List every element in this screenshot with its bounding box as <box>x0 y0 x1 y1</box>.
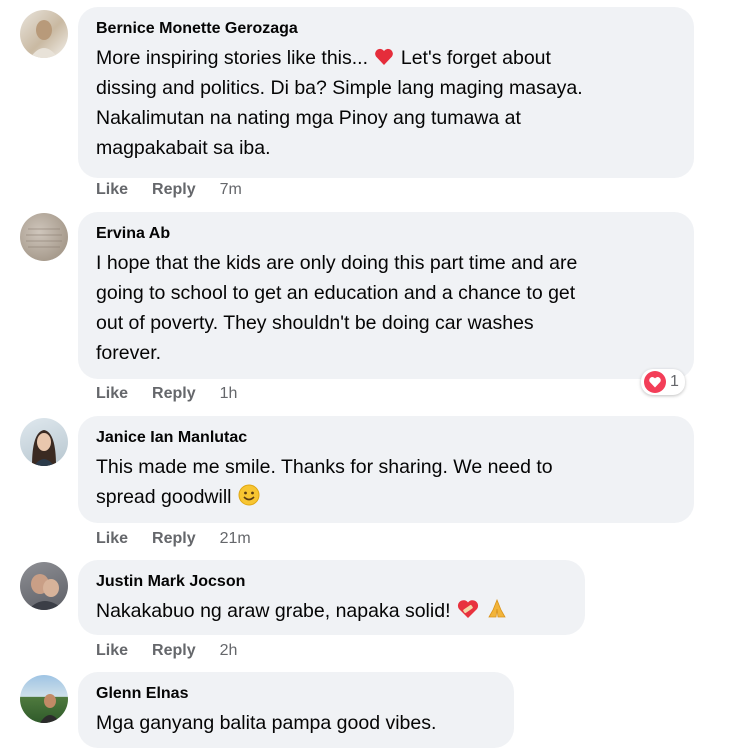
avatar-photo-icon <box>28 574 64 610</box>
comment-text: This made me smile. Thanks for sharing. … <box>96 452 676 512</box>
comment-text-line: More inspiring stories like this... <box>96 47 369 69</box>
comment-timestamp[interactable]: 1h <box>220 385 238 403</box>
comment-text-line: Let's forget about <box>400 47 551 69</box>
comment-actions: Like Reply 2h <box>96 642 237 660</box>
comment-bubble: Glenn Elnas Mga ganyang balita pampa goo… <box>78 672 514 748</box>
comment-text-line: I hope that the kids are only doing this… <box>96 252 578 274</box>
avatar-photo-icon <box>30 20 58 58</box>
reply-button[interactable]: Reply <box>152 181 196 199</box>
comment-text-line: Nakalimutan na nating mga Pinoy ang tuma… <box>96 107 521 129</box>
like-button[interactable]: Like <box>96 181 128 199</box>
comment-text-line: magpakabait sa iba. <box>96 137 271 159</box>
comment-timestamp[interactable]: 7m <box>220 181 242 199</box>
comment-text: I hope that the kids are only doing this… <box>96 248 676 368</box>
comment-bubble: Justin Mark Jocson Nakakabuo ng araw gra… <box>78 560 585 635</box>
like-button[interactable]: Like <box>96 530 128 548</box>
like-button[interactable]: Like <box>96 642 128 660</box>
avatar[interactable] <box>20 10 68 58</box>
comment-text-line: spread goodwill <box>96 486 232 508</box>
comment-text-line: going to school to get an education and … <box>96 282 576 304</box>
comment-text-line: out of poverty. They shouldn't be doing … <box>96 312 534 334</box>
love-reaction-icon <box>644 371 666 393</box>
comment-bubble: Janice Ian Manlutac This made me smile. … <box>78 416 694 523</box>
avatar[interactable] <box>20 213 68 261</box>
comment-author[interactable]: Justin Mark Jocson <box>96 572 567 592</box>
reply-button[interactable]: Reply <box>152 385 196 403</box>
folded-hands-icon <box>488 598 507 618</box>
comment-timestamp[interactable]: 2h <box>220 642 238 660</box>
avatar-photo-icon <box>40 694 60 723</box>
comment-author[interactable]: Glenn Elnas <box>96 684 496 704</box>
comment-text: Mga ganyang balita pampa good vibes. <box>96 708 496 738</box>
avatar[interactable] <box>20 675 68 723</box>
reply-button[interactable]: Reply <box>152 530 196 548</box>
mending-heart-icon <box>457 600 478 618</box>
comment-author[interactable]: Ervina Ab <box>96 224 676 244</box>
comment-author[interactable]: Janice Ian Manlutac <box>96 428 676 448</box>
reply-button[interactable]: Reply <box>152 642 196 660</box>
comment-text: Nakakabuo ng araw grabe, napaka solid! <box>96 596 567 626</box>
reaction-count: 1 <box>670 373 679 390</box>
comment-text: More inspiring stories like this... Let'… <box>96 43 676 163</box>
comment-author[interactable]: Bernice Monette Gerozaga <box>96 19 676 39</box>
comment-text-line: Nakakabuo ng araw grabe, napaka solid! <box>96 600 451 622</box>
comment-bubble: Bernice Monette Gerozaga More inspiring … <box>78 7 694 178</box>
red-heart-icon <box>375 48 394 65</box>
comment-timestamp[interactable]: 21m <box>220 530 251 548</box>
avatar[interactable] <box>20 418 68 466</box>
avatar[interactable] <box>20 562 68 610</box>
comment-text-line: dissing and politics. Di ba? Simple lang… <box>96 77 583 99</box>
comment-actions: Like Reply 7m <box>96 181 242 199</box>
comment-text-line: Mga ganyang balita pampa good vibes. <box>96 712 437 734</box>
comment-text-line: This made me smile. Thanks for sharing. … <box>96 456 553 478</box>
avatar-photo-icon <box>32 430 56 466</box>
comment-text-line: forever. <box>96 342 162 364</box>
like-button[interactable]: Like <box>96 385 128 403</box>
comment-actions: Like Reply 21m <box>96 530 251 548</box>
reaction-summary[interactable]: 1 <box>641 369 685 395</box>
avatar-photo-icon <box>26 228 62 248</box>
comment-actions: Like Reply 1h <box>96 385 237 403</box>
comment-bubble: Ervina Ab I hope that the kids are only … <box>78 212 694 379</box>
smiling-face-icon <box>238 484 260 506</box>
